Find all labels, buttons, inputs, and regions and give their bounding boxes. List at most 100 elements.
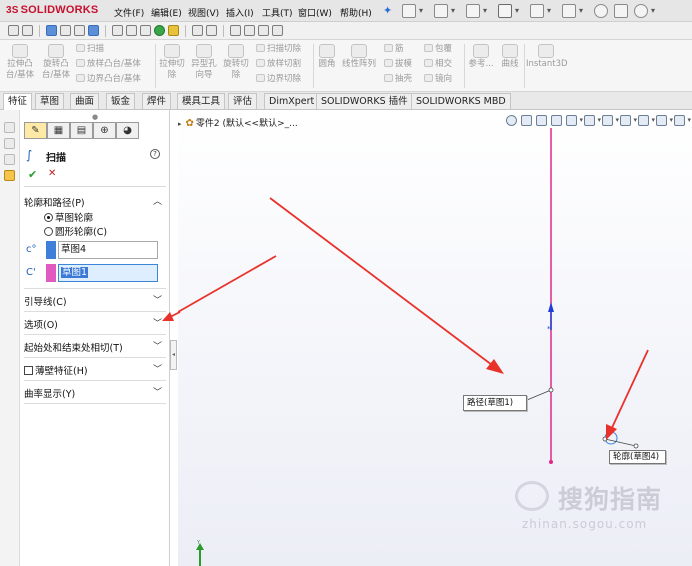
- configuration-manager-tab-icon[interactable]: ▤: [70, 122, 93, 139]
- cube-icon[interactable]: [126, 25, 137, 36]
- curves-button[interactable]: 曲线: [498, 44, 522, 70]
- ok-button[interactable]: ✔: [28, 168, 37, 181]
- tab-evaluate[interactable]: 评估: [228, 93, 258, 109]
- rib-button[interactable]: 筋: [384, 44, 404, 55]
- solidworks-logo[interactable]: 3S SOLIDWORKS: [6, 4, 98, 16]
- gear-settings-icon[interactable]: [112, 25, 123, 36]
- filter-icon[interactable]: [140, 25, 151, 36]
- part-icon[interactable]: [60, 25, 71, 36]
- rebuild-icon[interactable]: [594, 4, 608, 18]
- group-options[interactable]: 选项(O) ﹀: [24, 314, 166, 332]
- assembly-icon[interactable]: [74, 25, 85, 36]
- path-callout[interactable]: 路径(草图1): [463, 395, 527, 411]
- panel-drag-handle[interactable]: ●: [92, 113, 98, 121]
- revolve-cut-button[interactable]: 旋转切 除: [221, 44, 251, 81]
- group-guide-curves[interactable]: 引导线(C) ﹀: [24, 291, 166, 309]
- cancel-button[interactable]: ✕: [48, 168, 56, 179]
- property-manager-tab-icon[interactable]: ▦: [47, 122, 70, 139]
- tab-dimxpert[interactable]: DimXpert: [264, 93, 320, 109]
- sheet-icon[interactable]: [258, 25, 269, 36]
- select-cursor-icon[interactable]: [562, 4, 583, 18]
- path-endpoint[interactable]: [549, 460, 553, 464]
- extrude-boss-button[interactable]: 拉伸凸 台/基体: [4, 44, 36, 81]
- new-document-icon[interactable]: [402, 4, 423, 18]
- menu-edit[interactable]: 编辑(E): [151, 6, 182, 19]
- intersect-button[interactable]: 相交: [424, 59, 452, 70]
- shell-button[interactable]: 抽壳: [384, 74, 412, 85]
- graphics-area[interactable]: ▸✿零件2 (默认<<默认>_... *: [178, 110, 692, 566]
- save-icon[interactable]: [466, 4, 487, 18]
- menu-file[interactable]: 文件(F): [114, 6, 144, 19]
- zoom-fit-icon[interactable]: [46, 25, 57, 36]
- group-curvature-display[interactable]: 曲率显示(Y) ﹀: [24, 383, 166, 401]
- tab-solidworks-addins[interactable]: SOLIDWORKS 插件: [316, 93, 413, 109]
- location-marker-icon[interactable]: [154, 25, 165, 36]
- profile-selection-field[interactable]: 草图4: [58, 241, 158, 259]
- radio-sketch-profile-dot[interactable]: [44, 213, 53, 222]
- feature-manager-tab-icon[interactable]: ✎: [24, 122, 47, 139]
- print-icon[interactable]: [498, 4, 519, 18]
- layers-icon[interactable]: [244, 25, 255, 36]
- wrap-button[interactable]: 包覆: [424, 44, 452, 55]
- fillet-button[interactable]: 圆角: [315, 44, 339, 70]
- mate-icon[interactable]: [168, 25, 179, 36]
- radio-circular-profile-dot[interactable]: [44, 227, 53, 236]
- panel-collapse-handle[interactable]: ◂: [170, 340, 177, 370]
- menu-help[interactable]: 帮助(H): [340, 6, 372, 19]
- menu-view[interactable]: 视图(V): [188, 6, 219, 19]
- path-selection-field[interactable]: 草图1: [58, 264, 158, 282]
- revolve-boss-button[interactable]: 旋转凸 台/基体: [40, 44, 72, 81]
- sketch-tool-icon[interactable]: [8, 25, 19, 36]
- radio-circular-profile[interactable]: 圆形轮廓(C): [44, 224, 107, 238]
- tab-sheet-metal[interactable]: 钣金: [106, 93, 136, 109]
- dimxpert-manager-tab-icon[interactable]: ⊕: [93, 122, 116, 139]
- annotation-arrow-profile-head: [606, 424, 617, 440]
- draft-button[interactable]: 拔模: [384, 59, 412, 70]
- loft-boss-button[interactable]: 放样凸台/基体: [76, 59, 141, 70]
- smart-dimension-icon[interactable]: [22, 25, 33, 36]
- tab-solidworks-mbd[interactable]: SOLIDWORKS MBD: [411, 93, 511, 109]
- appearance-icon[interactable]: [88, 25, 99, 36]
- undo-icon[interactable]: [530, 4, 551, 18]
- divider: [24, 186, 166, 187]
- open-folder-icon[interactable]: [434, 4, 455, 18]
- display-manager-tab-icon[interactable]: ◕: [116, 122, 139, 139]
- tab-features[interactable]: 特征: [3, 93, 33, 110]
- help-icon[interactable]: ?: [150, 149, 160, 159]
- group-start-end-tangency[interactable]: 起始处和结束处相切(T) ﹀: [24, 337, 166, 355]
- boundary-boss-button[interactable]: 边界凸台/基体: [76, 74, 141, 85]
- linear-pattern-button[interactable]: 线性阵列: [341, 44, 377, 70]
- thin-feature-checkbox[interactable]: [24, 366, 33, 375]
- profile-callout[interactable]: 轮廓(草图4): [609, 450, 666, 464]
- lofted-cut-button[interactable]: 放样切割: [256, 59, 301, 70]
- group-profile-and-path[interactable]: 轮廓和路径(P) ︿: [24, 192, 166, 210]
- options-gear-icon[interactable]: [634, 4, 655, 18]
- file-properties-icon[interactable]: [614, 4, 628, 18]
- chart-icon[interactable]: [272, 25, 283, 36]
- boundary-cut-button[interactable]: 边界切除: [256, 74, 301, 85]
- mirror-button[interactable]: 镜向: [424, 74, 452, 85]
- pin-icon[interactable]: ✦: [383, 4, 392, 17]
- tab-surfaces[interactable]: 曲面: [70, 93, 100, 109]
- search-icon[interactable]: [192, 25, 203, 36]
- display-icon[interactable]: [4, 154, 15, 165]
- swept-cut-button[interactable]: 扫描切除: [256, 44, 301, 55]
- measure-icon[interactable]: [206, 25, 217, 36]
- instant3d-button[interactable]: Instant3D: [526, 44, 568, 70]
- sweep-feature-icon[interactable]: [4, 170, 15, 181]
- config-icon[interactable]: [4, 138, 15, 149]
- sweep-boss-button[interactable]: 扫描: [76, 44, 104, 55]
- feature-tree-icon[interactable]: [4, 122, 15, 133]
- extrude-cut-button[interactable]: 拉伸切 除: [157, 44, 187, 81]
- group-thin-feature[interactable]: 薄壁特征(H) ﹀: [24, 360, 166, 378]
- menu-tools[interactable]: 工具(T): [262, 6, 293, 19]
- tab-sketch[interactable]: 草图: [35, 93, 65, 109]
- hole-wizard-button[interactable]: 异型孔 向导: [189, 44, 219, 81]
- tab-mold-tools[interactable]: 模具工具: [177, 93, 226, 109]
- menu-insert[interactable]: 插入(I): [226, 6, 254, 19]
- grid-icon[interactable]: [230, 25, 241, 36]
- reference-geometry-button[interactable]: 参考...: [466, 44, 496, 70]
- menu-window[interactable]: 窗口(W): [298, 6, 332, 19]
- radio-sketch-profile[interactable]: 草图轮廓: [44, 210, 93, 224]
- tab-weldments[interactable]: 焊件: [142, 93, 172, 109]
